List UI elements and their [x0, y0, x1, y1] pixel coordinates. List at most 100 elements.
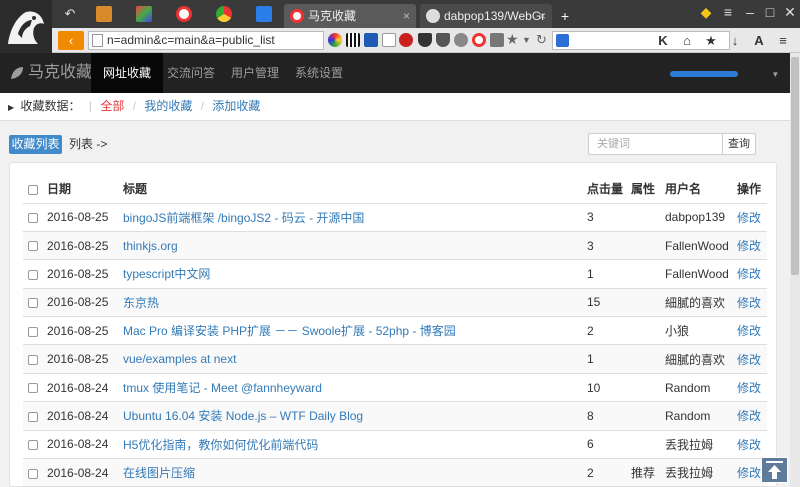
edit-link[interactable]: 修改 [737, 211, 761, 225]
row-title-cell: Mac Pro 编译安装 PHP扩展 －－ Swoole扩展 - 52php -… [123, 316, 587, 346]
tab-makr-favorites[interactable]: 马克收藏 × [284, 4, 416, 28]
row-checkbox[interactable] [28, 326, 38, 337]
puzzle-ext-icon[interactable] [328, 33, 342, 47]
row-checkbox[interactable] [28, 411, 38, 422]
translate-icon[interactable] [382, 33, 396, 47]
edit-link[interactable]: 修改 [737, 296, 761, 310]
download-icon[interactable]: ↓ [726, 31, 744, 50]
shield-icon[interactable] [418, 33, 432, 47]
row-title-link[interactable]: tmux 使用笔记 - Meet @fannheyward [123, 381, 322, 395]
breadcrumb-add-favorite[interactable]: 添加收藏 [212, 99, 260, 113]
breadcrumb-my-favorites[interactable]: 我的收藏 [144, 99, 192, 113]
edit-link[interactable]: 修改 [737, 353, 761, 367]
settings-ext-icon[interactable] [454, 33, 468, 47]
tab-github[interactable]: dabpop139/WebGr × [420, 4, 552, 28]
row-checkbox[interactable] [28, 468, 38, 479]
download-ext-icon[interactable] [490, 33, 504, 47]
col-title[interactable]: 标题 [123, 175, 587, 204]
row-checkbox[interactable] [28, 298, 38, 309]
lock-icon[interactable]: ⌂ [678, 31, 696, 50]
font-icon[interactable]: A [750, 31, 768, 50]
qr-code-icon[interactable] [346, 33, 360, 47]
row-title-link[interactable]: thinkjs.org [123, 239, 178, 253]
dropdown-arrow-icon[interactable]: ▼ [522, 32, 536, 46]
close-tab-icon[interactable]: × [539, 4, 546, 28]
edit-link[interactable]: 修改 [737, 438, 761, 452]
photo-tab-icon[interactable] [136, 6, 152, 22]
nav-qa[interactable]: 交流问答 [155, 53, 227, 93]
brand-name: 马克收藏 [28, 64, 93, 81]
more-menu-icon[interactable]: ≡ [774, 31, 792, 50]
col-attr[interactable]: 属性 [631, 175, 665, 204]
scrollbar-thumb[interactable] [791, 57, 799, 275]
nav-favorites[interactable]: 网址收藏 [91, 53, 164, 93]
row-title-link[interactable]: 东京热 [123, 296, 159, 310]
vertical-scrollbar[interactable] [790, 53, 800, 487]
row-user: 丢我拉姆 [665, 458, 737, 487]
edit-link[interactable]: 修改 [737, 381, 761, 395]
window-close-icon[interactable]: ✕ [778, 0, 800, 24]
row-title-link[interactable]: Mac Pro 编译安装 PHP扩展 －－ Swoole扩展 - 52php -… [123, 324, 456, 338]
select-all-checkbox[interactable] [28, 184, 38, 195]
back-to-top-button[interactable] [761, 457, 788, 483]
row-checkbox[interactable] [28, 269, 38, 280]
edit-link[interactable]: 修改 [737, 239, 761, 253]
blue-ext-icon[interactable] [364, 33, 378, 47]
col-clicks[interactable]: 点击量 [587, 175, 631, 204]
row-checkbox[interactable] [28, 440, 38, 451]
search-button[interactable]: 查询 [722, 133, 756, 155]
bookmark-tab-icon[interactable] [96, 6, 112, 22]
star-icon[interactable]: ★ [702, 31, 720, 50]
back-button[interactable]: ‹ [58, 31, 84, 50]
row-checkbox-cell [23, 373, 47, 403]
col-user[interactable]: 用户名 [665, 175, 737, 204]
edit-link[interactable]: 修改 [737, 267, 761, 281]
opera-tab-icon[interactable] [176, 6, 192, 22]
chrome-tab-icon[interactable] [216, 6, 232, 22]
col-date[interactable]: 日期 [47, 175, 123, 204]
edit-link[interactable]: 修改 [737, 324, 761, 338]
row-attr [631, 344, 665, 374]
brand[interactable]: 马克收藏 [10, 53, 92, 93]
row-title-link[interactable]: H5优化指南，教你如何优化前端代码 [123, 438, 318, 452]
select-all-cell [23, 175, 47, 204]
tab-label: 马克收藏 [308, 9, 357, 23]
pocket-icon[interactable] [436, 33, 450, 47]
keyword-search-input[interactable]: 关键词 [588, 133, 723, 155]
undo-icon[interactable]: ↶ [62, 6, 78, 22]
url-field[interactable]: n=admin&c=main&a=public_list [88, 31, 324, 50]
edit-link[interactable]: 修改 [737, 466, 761, 480]
favorites-list-button[interactable]: 收藏列表 [9, 135, 62, 154]
new-tab-button[interactable]: + [553, 4, 577, 28]
row-checkbox[interactable] [28, 241, 38, 252]
reload-icon[interactable]: ↻ [536, 31, 550, 47]
row-checkbox[interactable] [28, 383, 38, 394]
edit-link[interactable]: 修改 [737, 409, 761, 423]
row-checkbox-cell [23, 203, 47, 232]
row-title-link[interactable]: bingoJS前端框架 /bingoJS2 - 码云 - 开源中国 [123, 211, 364, 225]
user-menu[interactable]: ▼ [670, 53, 779, 93]
row-title-link[interactable]: Ubuntu 16.04 安装 Node.js – WTF Daily Blog [123, 409, 363, 423]
k-ext-icon[interactable]: K [654, 31, 672, 50]
breadcrumb-title: 收藏数据： [20, 99, 81, 113]
row-title-link[interactable]: vue/examples at next [123, 352, 236, 366]
menu-icon[interactable]: ≡ [716, 0, 740, 24]
skin-icon[interactable]: ◆ [694, 0, 718, 24]
row-attr [631, 373, 665, 403]
breadcrumb-all[interactable]: 全部 [100, 99, 124, 113]
nav-system-settings[interactable]: 系统设置 [283, 53, 355, 93]
row-action-cell: 修改 [737, 373, 767, 403]
star-bookmark-icon[interactable]: ★ [506, 31, 520, 47]
row-clicks: 15 [587, 288, 631, 318]
nav-user-management[interactable]: 用户管理 [219, 53, 291, 93]
row-title-link[interactable]: 在线图片压缩 [123, 466, 195, 480]
close-tab-icon[interactable]: × [403, 4, 410, 28]
row-title-link[interactable]: typescript中文网 [123, 267, 210, 281]
row-attr [631, 288, 665, 318]
row-attr [631, 401, 665, 431]
row-checkbox[interactable] [28, 354, 38, 365]
row-checkbox[interactable] [28, 213, 38, 224]
adblock-icon[interactable] [399, 33, 413, 47]
opera-ext-icon[interactable] [472, 33, 486, 47]
blue-app-tab-icon[interactable] [256, 6, 272, 22]
